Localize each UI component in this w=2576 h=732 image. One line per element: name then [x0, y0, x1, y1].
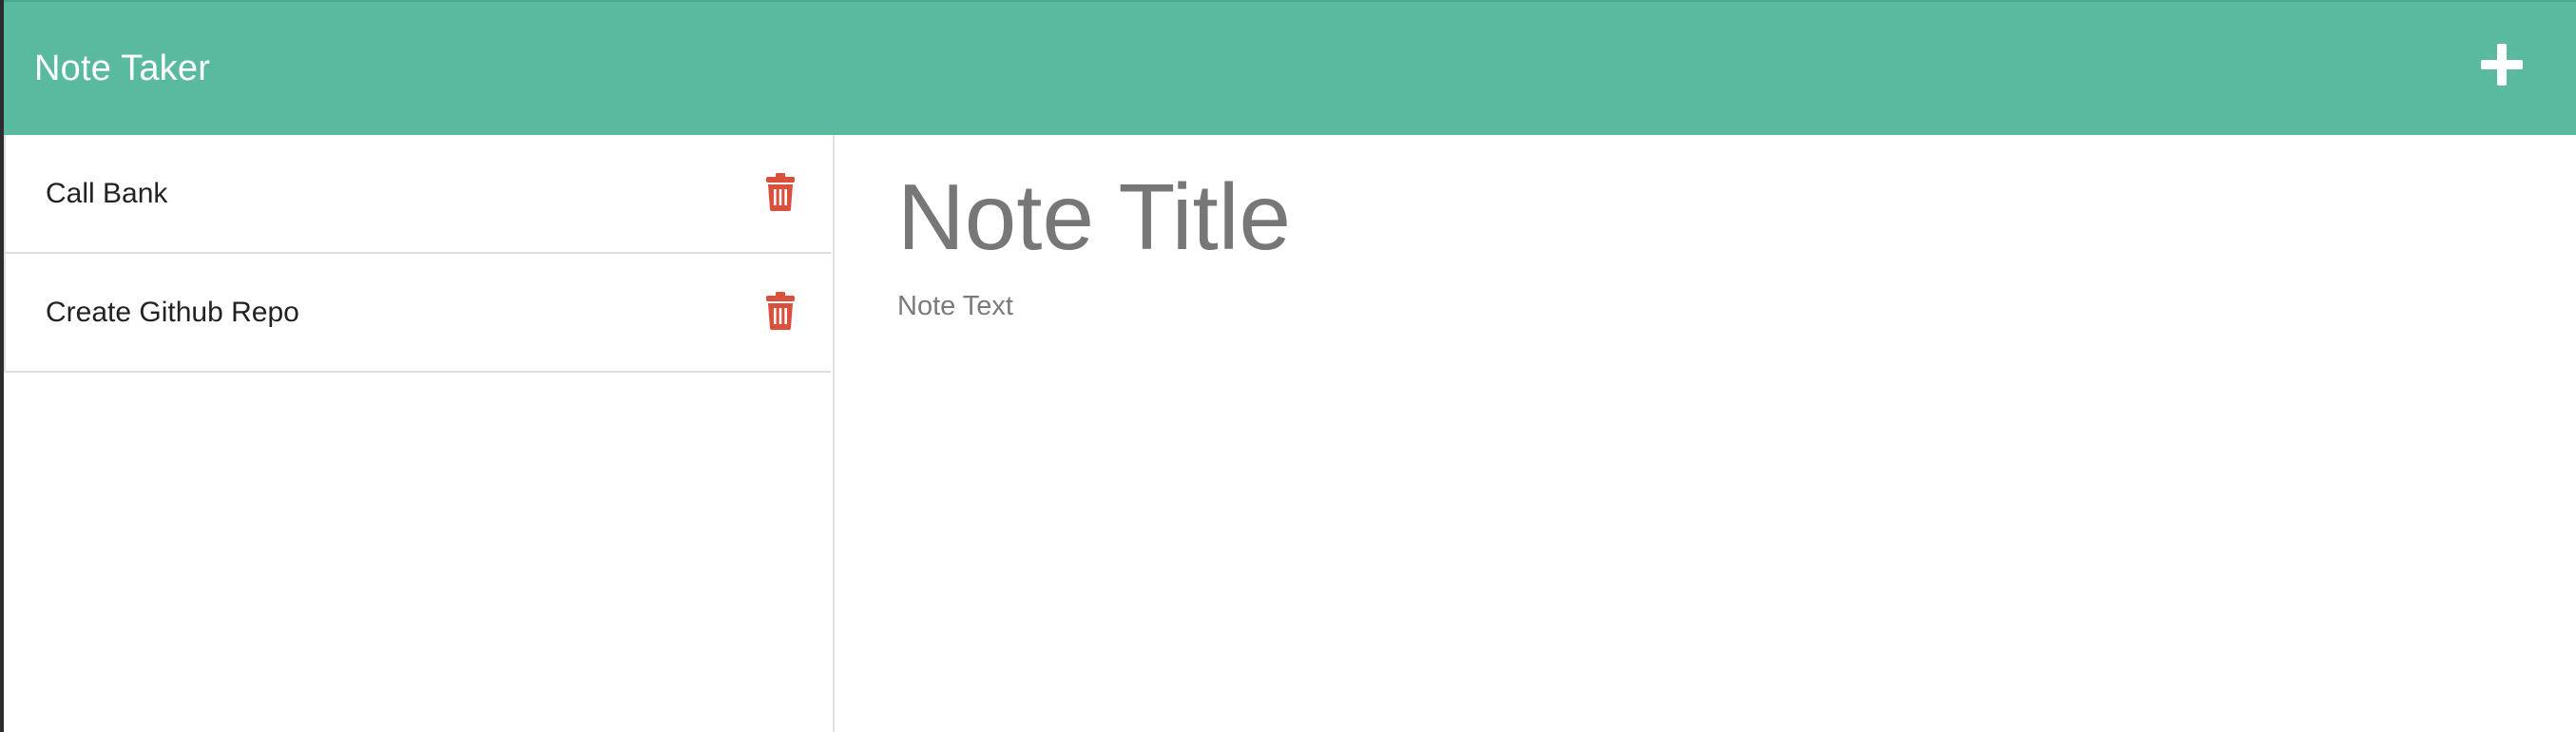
note-item-title[interactable]: Call Bank	[46, 177, 167, 211]
note-editor	[836, 135, 2576, 732]
note-text-input[interactable]	[897, 287, 2513, 686]
top-navbar: Note Taker	[4, 0, 2576, 135]
trash-icon[interactable]	[766, 292, 795, 330]
note-item-title[interactable]: Create Github Repo	[46, 296, 299, 330]
app-brand[interactable]: Note Taker	[34, 48, 210, 89]
plus-icon-vertical	[2497, 44, 2507, 86]
trash-icon[interactable]	[766, 173, 795, 211]
note-list: Call Bank Create Github Repo	[4, 135, 831, 373]
new-note-button[interactable]	[2477, 40, 2527, 89]
app-window: Note Taker Call Bank Create Github Repo …	[0, 0, 2576, 732]
note-list-item[interactable]: Call Bank	[6, 135, 831, 254]
note-title-input[interactable]	[897, 160, 2513, 274]
note-list-item[interactable]: Create Github Repo	[6, 254, 831, 373]
notes-sidebar: Call Bank Create Github Repo	[4, 135, 835, 732]
